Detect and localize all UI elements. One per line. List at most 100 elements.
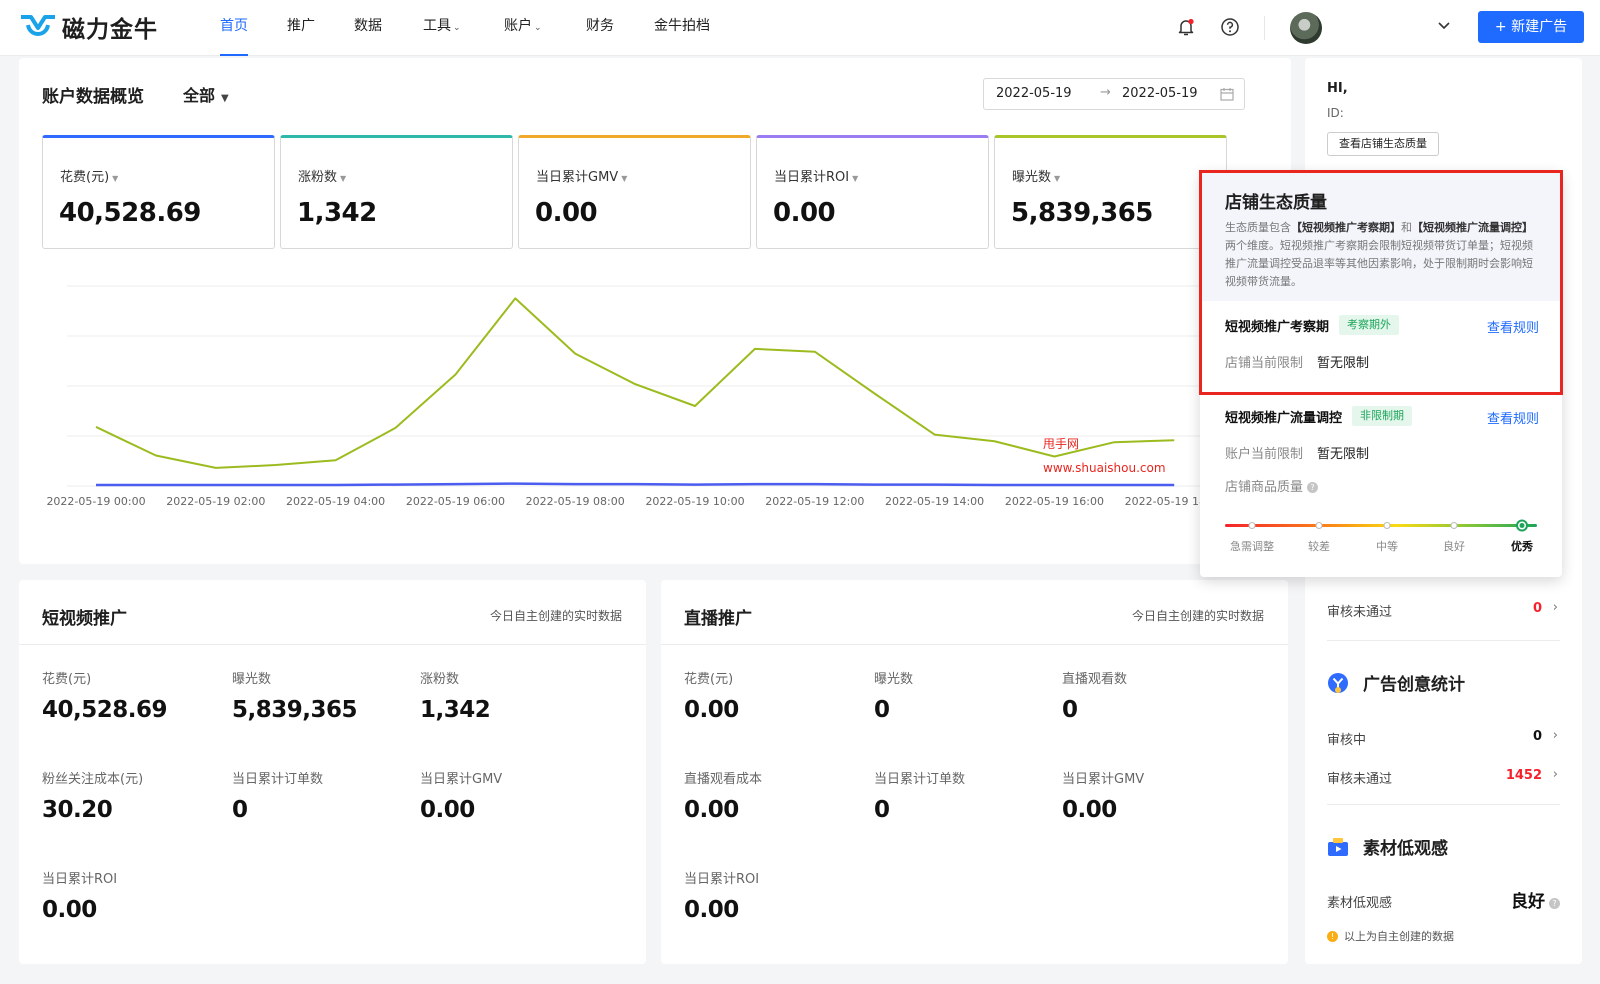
metric-card-value: 1,342 [297, 198, 377, 228]
metric-gmv: 当日累计GMV 0.00 [420, 772, 503, 823]
question-icon[interactable]: ? [1549, 898, 1560, 909]
x-tick-label: 2022-05-19 06:00 [406, 495, 505, 508]
metric-card-value: 0.00 [773, 198, 836, 228]
help-icon[interactable] [1220, 17, 1240, 37]
popover-description: 生态质量包含【短视频推广考察期】和【短视频推广流量调控】两个维度。短视频推广考察… [1225, 221, 1533, 288]
material-icon [1328, 837, 1348, 856]
store-quality-button[interactable]: 查看店铺生态质量 [1327, 132, 1439, 156]
quality-level-label: 急需调整 [1230, 540, 1274, 553]
caret-down-icon: ▼ [621, 174, 628, 183]
account-overview-panel: 账户数据概览 全部 ▼ 2022-05-19 → 2022-05-19 花费(元)… [19, 58, 1291, 564]
top-nav: 磁力金牛 首页 推广 数据 工具 ⌄ 账户 ⌄ 财务 金牛拍档 + 新建广告 [0, 0, 1600, 56]
account-dropdown-chevron-icon[interactable] [1436, 17, 1452, 33]
metric-followers: 涨粉数 1,342 [420, 672, 491, 723]
creative-stats-title: 广告创意统计 [1327, 670, 1465, 695]
nav-home[interactable]: 首页 [220, 0, 248, 56]
quality-level-label: 良好 [1443, 540, 1465, 553]
metric-gmv: 当日累计GMV 0.00 [1062, 772, 1145, 823]
date-start[interactable]: 2022-05-19 [996, 86, 1072, 101]
material-title: 素材低观感 [1327, 834, 1448, 859]
review-period-section: 短视频推广考察期 考察期外 [1225, 315, 1400, 335]
quality-level-label: 较差 [1308, 540, 1330, 553]
nav-data[interactable]: 数据 [354, 0, 382, 56]
live-promotion-panel: 直播推广 今日自主创建的实时数据 花费(元) 0.00 曝光数 0 直播观看数 0 直… [661, 580, 1288, 964]
brand-logo[interactable]: 磁力金牛 [18, 10, 158, 44]
nav-account[interactable]: 账户 ⌄ [504, 0, 542, 56]
avatar[interactable] [1290, 12, 1322, 44]
caret-down-icon: ▼ [221, 93, 229, 104]
view-rules-link[interactable]: 查看规则 [1487, 317, 1539, 336]
scope-select[interactable]: 全部 ▼ [183, 82, 229, 106]
arrow-right-icon: → [1100, 85, 1111, 100]
metric-view-cost: 直播观看成本 0.00 [684, 772, 763, 823]
metric-live-views: 直播观看数 0 [1062, 672, 1128, 723]
view-rules-link[interactable]: 查看规则 [1487, 408, 1539, 427]
watermark-url: www.shuaishou.com [1043, 461, 1166, 475]
status-badge: 考察期外 [1339, 315, 1400, 335]
sidebar-note: ! 以上为自主创建的数据 [1327, 928, 1454, 944]
quality-level-label: 优秀 [1511, 540, 1533, 553]
plan-rejected-row[interactable]: 审核未通过 0 › [1327, 600, 1560, 620]
caret-down-icon: ▼ [112, 174, 119, 183]
creative-rejected-row[interactable]: 审核未通过 1452 › [1327, 767, 1560, 787]
x-tick-label: 2022-05-19 14:00 [885, 495, 984, 508]
quality-gradient-bar [1225, 519, 1537, 532]
nav-partner[interactable]: 金牛拍档 [654, 0, 710, 56]
chart-series-line [95, 297, 1175, 469]
account-limit-row: 账户当前限制 暂无限制 [1225, 447, 1370, 462]
brand-name: 磁力金牛 [62, 17, 158, 43]
question-icon[interactable]: ? [1307, 482, 1319, 493]
quality-scale: 急需调整 较差 中等 良好 优秀 [1225, 516, 1537, 556]
metric-card-followers[interactable]: 涨粉数 ▼ 1,342 [280, 135, 513, 249]
metric-impressions: 曝光数 5,839,365 [232, 672, 358, 723]
logo-icon [21, 15, 55, 36]
chevron-right-icon: › [1552, 767, 1558, 782]
divider [1327, 804, 1560, 805]
realtime-note: 今日自主创建的实时数据 [489, 609, 622, 623]
quality-level-marker [1383, 522, 1391, 529]
greeting: HI, [1327, 81, 1348, 96]
metric-impressions: 曝光数 0 [874, 672, 914, 723]
x-tick-label: 2022-05-19 08:00 [526, 495, 625, 508]
watermark-text: 甩手网 [1043, 437, 1080, 451]
store-quality-popover: 店铺生态质量 生态质量包含【短视频推广考察期】和【短视频推广流量调控】两个维度。… [1200, 171, 1562, 577]
metric-spend: 花费(元) 0.00 [684, 672, 739, 723]
live-title: 直播推广 [684, 609, 752, 629]
metric-card-value: 40,528.69 [59, 198, 201, 228]
metric-orders: 当日累计订单数 0 [874, 772, 966, 823]
x-tick-label: 2022-05-19 04:00 [286, 495, 385, 508]
popover-title: 店铺生态质量 [1225, 193, 1327, 213]
divider [1327, 640, 1560, 641]
status-badge: 非限制期 [1352, 406, 1413, 426]
x-tick-label: 2022-05-19 02:00 [166, 495, 265, 508]
chevron-right-icon: › [1552, 728, 1558, 743]
metric-roi: 当日累计ROI 0.00 [42, 872, 118, 923]
x-tick-label: 2022-05-19 16:00 [1005, 495, 1104, 508]
metric-card-spend[interactable]: 花费(元) ▼ 40,528.69 [42, 135, 275, 249]
new-ad-button[interactable]: + 新建广告 [1478, 11, 1584, 43]
nav-promotion[interactable]: 推广 [287, 0, 315, 56]
metric-card-roi[interactable]: 当日累计ROI ▼ 0.00 [756, 135, 989, 249]
metric-roi: 当日累计ROI 0.00 [684, 872, 760, 923]
account-id: ID: [1327, 106, 1344, 120]
traffic-control-section: 短视频推广流量调控 非限制期 [1225, 406, 1413, 426]
nav-finance[interactable]: 财务 [586, 0, 614, 56]
metric-spend: 花费(元) 40,528.69 [42, 672, 168, 723]
chart-series-line [96, 482, 1175, 487]
date-range-picker[interactable]: 2022-05-19 → 2022-05-19 [983, 78, 1245, 110]
trend-line-chart: 2022-05-19 00:00 2022-05-19 02:00 2022-05-… [46, 285, 1291, 508]
chevron-down-icon: ⌄ [453, 23, 461, 33]
caret-down-icon: ▼ [1054, 174, 1061, 183]
divider [661, 644, 1288, 645]
realtime-note: 今日自主创建的实时数据 [1131, 609, 1264, 623]
metric-card-gmv[interactable]: 当日累计GMV ▼ 0.00 [518, 135, 751, 249]
metric-orders: 当日累计订单数 0 [232, 772, 324, 823]
bell-icon[interactable] [1176, 17, 1196, 37]
date-end[interactable]: 2022-05-19 [1122, 86, 1198, 101]
creative-reviewing-row[interactable]: 审核中 0 › [1327, 728, 1560, 748]
x-tick-label: 2022-05-19 00:00 [46, 495, 145, 508]
x-tick-label: 2022-05-19 12:00 [765, 495, 864, 508]
nav-tools[interactable]: 工具 ⌄ [423, 0, 461, 56]
creative-stats-icon [1328, 672, 1348, 693]
metric-card-impressions[interactable]: 曝光数 ▼ 5,839,365 [994, 135, 1227, 249]
